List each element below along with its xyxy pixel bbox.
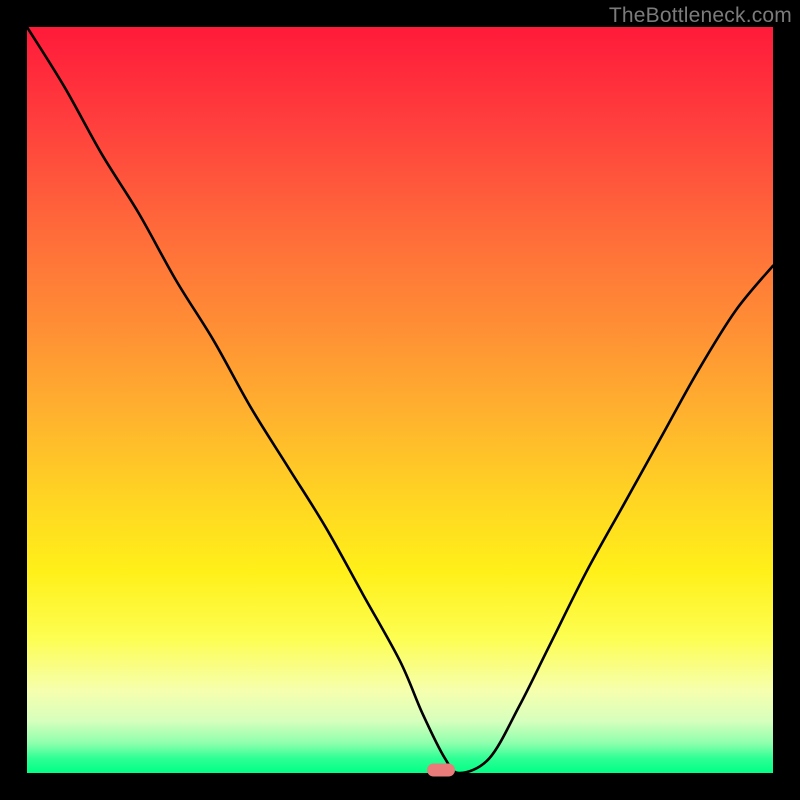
watermark-text: TheBottleneck.com bbox=[609, 4, 792, 28]
plot-area bbox=[27, 27, 773, 773]
bottleneck-curve bbox=[27, 27, 773, 773]
chart-frame: TheBottleneck.com bbox=[0, 0, 800, 800]
optimum-marker bbox=[427, 764, 455, 777]
curve-path bbox=[27, 27, 773, 773]
